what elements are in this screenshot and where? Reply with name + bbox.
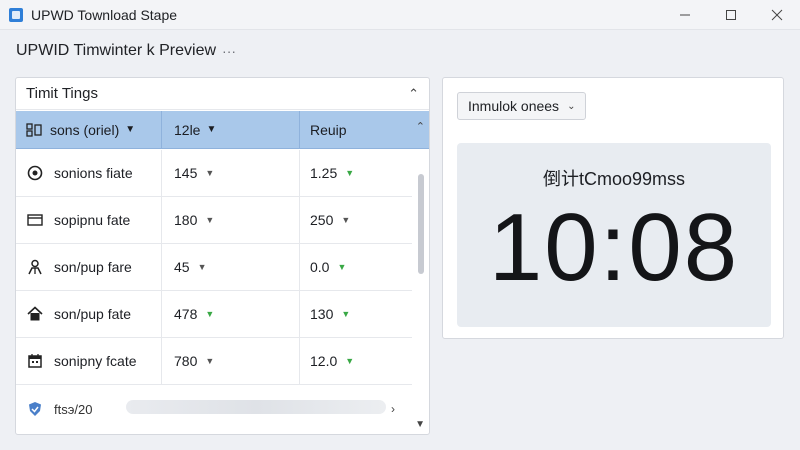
cell-result: 1.25 ▼	[300, 150, 410, 196]
timer-label: 倒计tCmoo99mss	[542, 169, 686, 189]
maximize-button[interactable]	[708, 0, 754, 30]
table-row[interactable]: sonions fiate 145 ▼ 1.25 ▼	[16, 150, 412, 197]
column-label: 12le	[174, 121, 201, 138]
scroll-right-icon[interactable]: ›	[391, 402, 395, 416]
trend-down-green-icon: ▼	[337, 262, 347, 272]
row-name: ftsэ/20	[54, 401, 93, 417]
cell-result: 250 ▼	[300, 197, 410, 243]
row-value: 45	[174, 259, 190, 275]
row-name: sopipnu fate	[54, 212, 131, 228]
row-name: sonions fiate	[54, 165, 133, 181]
cell-value: 478 ▼	[162, 291, 300, 337]
minimize-button[interactable]	[662, 0, 708, 30]
table-body: sonions fiate 145 ▼ 1.25 ▼ sopipnu fate …	[16, 150, 412, 433]
scrollbar-thumb[interactable]	[418, 174, 424, 274]
row-value: 145	[174, 165, 198, 181]
maximize-icon	[726, 10, 736, 20]
title-bar: UPWD Townload Stape	[0, 0, 800, 30]
panel-header: Timit Tings ⌃	[16, 78, 429, 110]
shield-icon	[26, 400, 44, 418]
power-icon	[26, 164, 44, 182]
column-label: Reuip	[310, 121, 347, 138]
cell-name: son/pup fate	[16, 291, 162, 337]
window-controls	[662, 0, 800, 30]
panel-title: Timit Tings	[26, 85, 98, 102]
cell-value: 780 ▼	[162, 338, 300, 384]
table-row[interactable]: son/pup fate 478 ▼ 130 ▼	[16, 291, 412, 338]
table-row[interactable]: sonipny fcate 780 ▼ 12.0 ▼	[16, 338, 412, 385]
list-icon	[26, 122, 42, 138]
column-header-name[interactable]: sons (oriel) ▼	[16, 110, 162, 149]
cell-value: 45 ▼	[162, 244, 300, 290]
trend-down-green-icon: ▼	[341, 309, 351, 319]
column-header-result[interactable]: Reuip	[300, 111, 410, 149]
caret-down-icon[interactable]: ▼	[205, 168, 214, 178]
cell-name: sopipnu fate	[16, 197, 162, 243]
countdown-display: 倒计tCmoo99mss 10:08	[457, 143, 771, 327]
trend-down-green-icon: ▼	[205, 309, 215, 319]
column-label: sons (oriel)	[50, 121, 120, 138]
mode-dropdown[interactable]: Inmulok onees ⌄	[457, 92, 587, 120]
trend-down-green-icon: ▼	[345, 168, 355, 178]
row-name: sonipny fcate	[54, 353, 137, 369]
calendar-icon	[26, 352, 44, 370]
horizontal-scrollbar[interactable]	[126, 400, 386, 414]
caret-down-icon[interactable]: ▼	[341, 215, 350, 225]
more-icon[interactable]: ···	[222, 43, 236, 59]
scroll-down-icon[interactable]: ▼	[415, 419, 425, 430]
table-row[interactable]: son/pup fare 45 ▼ 0.0 ▼	[16, 244, 412, 291]
app-icon	[9, 7, 23, 22]
row-result: 12.0	[310, 353, 338, 369]
caret-down-icon: ▼	[125, 124, 136, 135]
cell-result: 130 ▼	[300, 291, 410, 337]
cell-value: 180 ▼	[162, 197, 300, 243]
cell-name: son/pup fare	[16, 244, 162, 290]
row-name: son/pup fare	[54, 259, 132, 275]
row-value: 780	[174, 353, 198, 369]
row-result: 130	[310, 306, 334, 322]
cell-value: 145 ▼	[162, 150, 300, 196]
column-header-value[interactable]: 12le ▼	[162, 110, 300, 149]
subtitle-text: UPWID Timwinter k Preview	[16, 42, 217, 59]
caret-down-icon: ▼	[206, 124, 217, 135]
close-button[interactable]	[754, 0, 800, 30]
timer-panel: Inmulok onees ⌄ 倒计tCmoo99mss 10:08	[442, 77, 784, 339]
window-title: UPWD Townload Stape	[31, 6, 178, 23]
row-result: 250	[310, 212, 334, 228]
cell-result: 0.0 ▼	[300, 244, 410, 290]
vertical-scrollbar[interactable]	[417, 158, 425, 418]
dropdown-value: Inmulok onees	[468, 98, 560, 114]
table-row[interactable]: sopipnu fate 180 ▼ 250 ▼	[16, 197, 412, 244]
row-value: 478	[174, 306, 198, 322]
cell-result: 12.0 ▼	[300, 338, 410, 384]
row-value: 180	[174, 212, 198, 228]
timer-value: 10:08	[488, 194, 740, 301]
chevron-up-icon[interactable]: ⌃	[408, 86, 419, 102]
page-subtitle: UPWID Timwinter k Preview ···	[16, 40, 236, 62]
row-result: 1.25	[310, 165, 338, 181]
close-icon	[771, 9, 783, 21]
scroll-up-icon[interactable]: ⌃	[416, 120, 425, 133]
caret-down-icon[interactable]: ▼	[205, 356, 214, 366]
chevron-down-icon: ⌄	[567, 100, 576, 112]
trend-down-green-icon: ▼	[345, 356, 355, 366]
cell-name: sonipny fcate	[16, 338, 162, 384]
home-icon	[26, 305, 44, 323]
timing-panel: Timit Tings ⌃ sons (oriel) ▼ 12le ▼ Reui…	[15, 77, 430, 435]
table-header: sons (oriel) ▼ 12le ▼ Reuip	[16, 110, 429, 149]
caret-down-icon[interactable]: ▼	[205, 215, 214, 225]
row-name: son/pup fate	[54, 306, 132, 322]
person-icon	[26, 258, 44, 276]
row-result: 0.0	[310, 259, 330, 275]
caret-down-icon[interactable]: ▼	[198, 262, 207, 272]
card-icon	[26, 211, 44, 229]
cell-name: sonions fiate	[16, 150, 162, 196]
minimize-icon	[680, 14, 690, 16]
